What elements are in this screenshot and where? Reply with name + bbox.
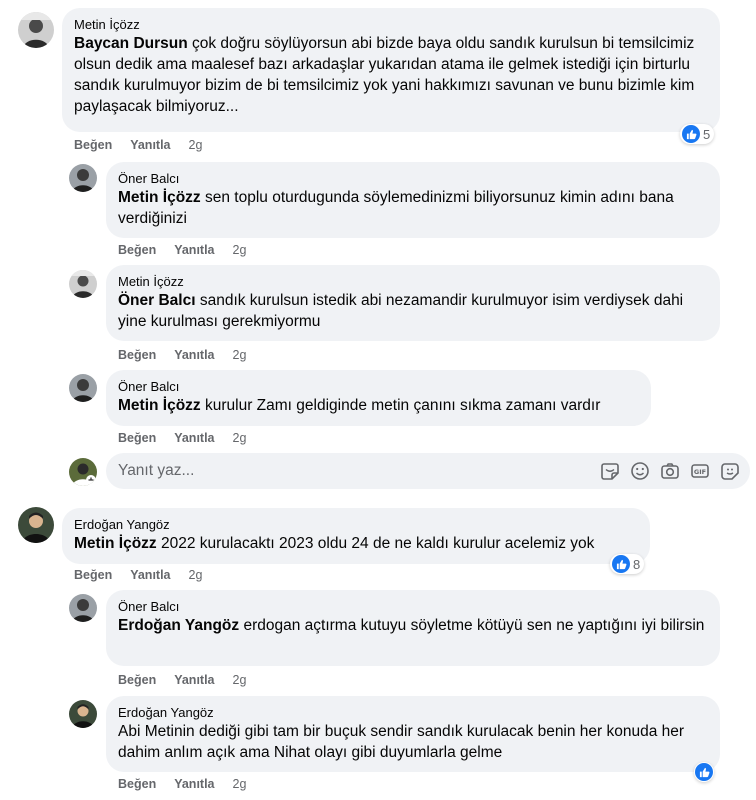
sticker-icon[interactable] [600,461,620,481]
timestamp[interactable]: 2g [233,242,247,258]
avatar[interactable] [69,270,97,298]
avatar[interactable] [69,594,97,622]
comment-bubble: Erdoğan Yangöz Metin İçözz 2022 kurulaca… [62,508,650,564]
gif-icon[interactable]: GIF [690,461,710,481]
like-button[interactable]: Beğen [74,137,112,153]
comment-author[interactable]: Öner Balcı [118,598,708,615]
comment-author[interactable]: Öner Balcı [118,170,708,187]
avatar[interactable] [18,12,54,48]
thumbs-up-icon [612,555,630,573]
comment-bubble: Öner Balcı Erdoğan Yangöz erdogan açtırm… [106,590,720,666]
comment-author[interactable]: Metin İçözz [74,16,708,33]
comment-author[interactable]: Erdoğan Yangöz [74,516,638,533]
emoji-icon[interactable] [630,461,650,481]
timestamp[interactable]: 2g [233,776,247,792]
like-button[interactable]: Beğen [118,776,156,792]
comment-bubble: Öner Balcı Metin İçözz kurulur Zamı geld… [106,370,651,426]
comment-author[interactable]: Öner Balcı [118,378,639,395]
comment-actions: Beğen Yanıtla 2g [74,137,202,153]
like-button[interactable]: Beğen [118,242,156,258]
comment-text: Metin İçözz sen toplu oturdugunda söylem… [118,189,674,227]
mention-link[interactable]: Erdoğan Yangöz [118,617,239,634]
reply-button[interactable]: Yanıtla [130,567,170,583]
comment-actions: Beğen Yanıtla 2g [118,347,246,363]
reply-button[interactable]: Yanıtla [174,430,214,446]
comment-bubble: Metin İçözz Baycan Dursun çok doğru söyl… [62,8,720,132]
reply-button[interactable]: Yanıtla [174,242,214,258]
timestamp[interactable]: 2g [189,567,203,583]
comment-text: Erdoğan Yangöz erdogan açtırma kutuyu sö… [118,617,705,634]
reply-composer: Yanıt yaz... GIF [106,453,750,489]
comment-text: Metin İçözz kurulur Zamı geldiginde meti… [118,397,601,414]
reply-input[interactable]: Yanıt yaz... [118,453,558,489]
mention-link[interactable]: Metin İçözz [118,397,201,414]
thumbs-up-icon [695,763,713,781]
comment-text: Abi Metinin dediği gibi tam bir buçuk se… [118,723,685,761]
comment-text: Metin İçözz 2022 kurulacaktı 2023 oldu 2… [74,535,595,552]
reply-button[interactable]: Yanıtla [174,776,214,792]
avatar[interactable] [18,507,54,543]
comment-bubble: Metin İçözz Öner Balcı sandık kurulsun i… [106,265,720,341]
composer-icons: GIF [600,461,740,481]
timestamp[interactable]: 2g [233,672,247,688]
comment-text: Baycan Dursun çok doğru söylüyorsun abi … [74,35,695,115]
reply-button[interactable]: Yanıtla [174,347,214,363]
timestamp[interactable]: 2g [233,430,247,446]
reaction-count[interactable] [694,762,714,782]
svg-text:GIF: GIF [694,468,706,476]
comment-bubble: Erdoğan Yangöz Abi Metinin dediği gibi t… [106,696,720,772]
comment-actions: Beğen Yanıtla 2g [118,242,246,258]
reply-button[interactable]: Yanıtla [174,672,214,688]
like-button[interactable]: Beğen [118,672,156,688]
reply-button[interactable]: Yanıtla [130,137,170,153]
like-button[interactable]: Beğen [74,567,112,583]
comment-actions: Beğen Yanıtla 2g [74,567,202,583]
current-user-avatar[interactable] [69,458,97,486]
comment-bubble: Öner Balcı Metin İçözz sen toplu oturdug… [106,162,720,238]
comment-author[interactable]: Erdoğan Yangöz [118,704,708,721]
mention-link[interactable]: Baycan Dursun [74,35,188,52]
mention-link[interactable]: Metin İçözz [118,189,201,206]
thumbs-up-icon [682,125,700,143]
comment-actions: Beğen Yanıtla 2g [118,776,246,792]
avatar[interactable] [69,700,97,728]
avatar[interactable] [69,164,97,192]
reaction-count[interactable]: 5 [680,124,715,144]
comment-text: Öner Balcı sandık kurulsun istedik abi n… [118,292,684,330]
comment-actions: Beğen Yanıtla 2g [118,430,246,446]
timestamp[interactable]: 2g [233,347,247,363]
mention-link[interactable]: Metin İçözz [74,535,157,552]
like-button[interactable]: Beğen [118,430,156,446]
camera-icon[interactable] [660,461,680,481]
like-button[interactable]: Beğen [118,347,156,363]
avatar-sticker-icon[interactable] [720,461,740,481]
comment-actions: Beğen Yanıtla 2g [118,672,246,688]
reaction-count[interactable]: 8 [610,554,645,574]
comment-author[interactable]: Metin İçözz [118,273,708,290]
mention-link[interactable]: Öner Balcı [118,292,196,309]
avatar[interactable] [69,374,97,402]
timestamp[interactable]: 2g [189,137,203,153]
